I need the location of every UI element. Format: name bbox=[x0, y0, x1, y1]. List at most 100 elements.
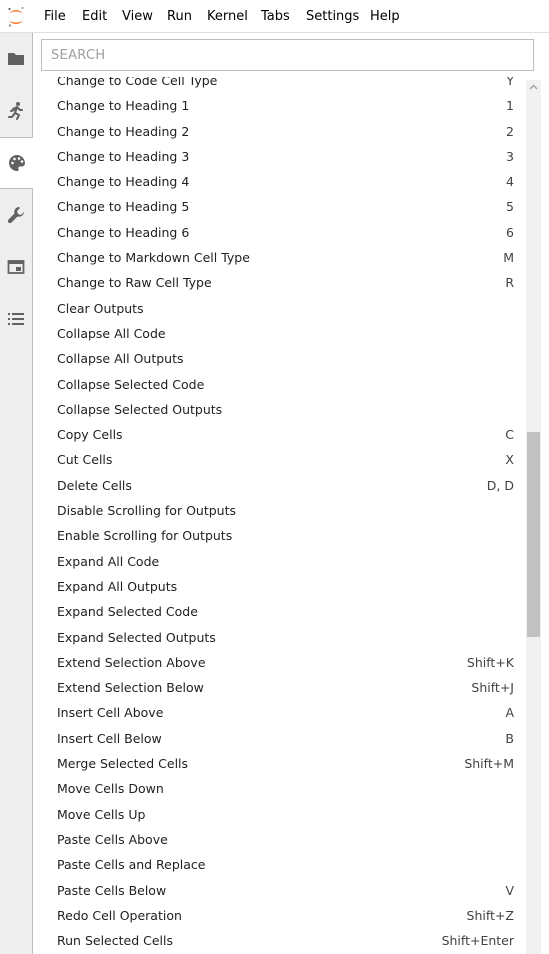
command-label: Paste Cells and Replace bbox=[57, 857, 206, 873]
command-item[interactable]: Merge Selected Cells Shift+M bbox=[33, 751, 526, 776]
command-item[interactable]: Change to Markdown Cell Type M bbox=[33, 245, 526, 270]
menu-kernel[interactable]: Kernel bbox=[207, 9, 248, 25]
tabs-icon bbox=[7, 260, 25, 274]
command-item[interactable]: Disable Scrolling for Outputs bbox=[33, 498, 526, 523]
command-label: Enable Scrolling for Outputs bbox=[57, 528, 233, 544]
command-item[interactable]: Enable Scrolling for Outputs bbox=[33, 523, 526, 548]
command-item[interactable]: Expand Selected Code bbox=[33, 599, 526, 624]
menu-settings[interactable]: Settings bbox=[306, 9, 359, 25]
command-item[interactable]: Collapse All Code bbox=[33, 321, 526, 346]
menu-tabs[interactable]: Tabs bbox=[261, 9, 290, 25]
command-label: Change to Heading 6 bbox=[57, 224, 190, 240]
command-label: Paste Cells Above bbox=[57, 831, 168, 847]
command-shortcut: 4 bbox=[506, 174, 514, 190]
command-label: Insert Cell Above bbox=[57, 705, 164, 721]
command-shortcut: 2 bbox=[506, 123, 514, 139]
running-icon bbox=[8, 102, 23, 120]
menu-file[interactable]: File bbox=[44, 9, 66, 25]
command-shortcut: Shift+J bbox=[471, 680, 514, 696]
command-item[interactable]: Change to Code Cell Type Y bbox=[33, 77, 526, 93]
command-label: Change to Heading 4 bbox=[57, 174, 190, 190]
command-label: Move Cells Up bbox=[57, 806, 146, 822]
scroll-up-arrow-icon[interactable] bbox=[526, 80, 541, 95]
command-shortcut: C bbox=[505, 427, 514, 443]
command-item[interactable]: Change to Heading 5 5 bbox=[33, 194, 526, 219]
command-label: Delete Cells bbox=[57, 477, 132, 493]
command-item[interactable]: Change to Heading 1 1 bbox=[33, 93, 526, 118]
command-item[interactable]: Extend Selection Below Shift+J bbox=[33, 675, 526, 700]
command-item[interactable]: Change to Heading 3 3 bbox=[33, 144, 526, 169]
command-palette: Change to Code Cell Type Y Change to Headi… bbox=[33, 33, 549, 954]
command-label: Change to Code Cell Type bbox=[57, 77, 218, 88]
command-label: Collapse All Outputs bbox=[57, 351, 184, 367]
command-label: Change to Heading 2 bbox=[57, 123, 190, 139]
command-item[interactable]: Paste Cells Below V bbox=[33, 878, 526, 903]
command-label: Collapse Selected Code bbox=[57, 376, 205, 392]
command-item[interactable]: Expand All Outputs bbox=[33, 574, 526, 599]
command-label: Change to Markdown Cell Type bbox=[57, 250, 250, 266]
command-shortcut: X bbox=[505, 452, 514, 468]
command-label: Expand All Code bbox=[57, 553, 160, 569]
sidebar-tab-running[interactable] bbox=[0, 85, 32, 137]
folder-icon bbox=[8, 53, 24, 65]
jupyter-logo-icon[interactable] bbox=[6, 6, 26, 28]
menu-help[interactable]: Help bbox=[370, 9, 400, 25]
command-list-scrollbar[interactable] bbox=[526, 80, 541, 954]
sidebar-tab-open-tabs[interactable] bbox=[0, 241, 32, 293]
command-item[interactable]: Extend Selection Above Shift+K bbox=[33, 650, 526, 675]
command-label: Change to Raw Cell Type bbox=[57, 275, 212, 291]
command-label: Cut Cells bbox=[57, 452, 113, 468]
menu-edit[interactable]: Edit bbox=[82, 9, 107, 25]
sidebar-tab-commands[interactable] bbox=[0, 137, 33, 189]
command-item[interactable]: Collapse Selected Outputs bbox=[33, 397, 526, 422]
command-label: Insert Cell Below bbox=[57, 730, 162, 746]
sidebar-tab-toc[interactable] bbox=[0, 293, 32, 345]
command-shortcut: D, D bbox=[486, 477, 514, 493]
command-shortcut: 1 bbox=[506, 98, 514, 114]
command-item[interactable]: Insert Cell Below B bbox=[33, 726, 526, 751]
menu-run[interactable]: Run bbox=[167, 9, 192, 25]
command-item[interactable]: Delete Cells D, D bbox=[33, 473, 526, 498]
command-item[interactable]: Change to Raw Cell Type R bbox=[33, 270, 526, 295]
command-label: Expand All Outputs bbox=[57, 578, 178, 594]
command-item[interactable]: Copy Cells C bbox=[33, 422, 526, 447]
command-label: Clear Outputs bbox=[57, 300, 144, 316]
sidebar-tab-file-browser[interactable] bbox=[0, 33, 32, 85]
wrench-icon bbox=[7, 207, 24, 224]
command-shortcut: B bbox=[505, 730, 514, 746]
command-item[interactable]: Expand All Code bbox=[33, 549, 526, 574]
palette-icon bbox=[8, 155, 25, 171]
command-shortcut: Shift+M bbox=[464, 756, 514, 772]
command-item[interactable]: Move Cells Up bbox=[33, 802, 526, 827]
command-item[interactable]: Change to Heading 2 2 bbox=[33, 119, 526, 144]
command-label: Redo Cell Operation bbox=[57, 907, 182, 923]
command-item[interactable]: Collapse All Outputs bbox=[33, 346, 526, 371]
command-item[interactable]: Paste Cells Above bbox=[33, 827, 526, 852]
command-shortcut: V bbox=[505, 882, 514, 898]
menu-view[interactable]: View bbox=[122, 9, 153, 25]
command-label: Disable Scrolling for Outputs bbox=[57, 503, 237, 519]
sidebar-tab-property-inspector[interactable] bbox=[0, 189, 32, 241]
command-label: Change to Heading 5 bbox=[57, 199, 190, 215]
command-label: Paste Cells Below bbox=[57, 882, 167, 898]
command-item[interactable]: Cut Cells X bbox=[33, 447, 526, 472]
command-shortcut: A bbox=[505, 705, 514, 721]
command-label: Extend Selection Above bbox=[57, 654, 206, 670]
command-item[interactable]: Move Cells Down bbox=[33, 776, 526, 801]
command-shortcut: 6 bbox=[506, 224, 514, 240]
command-shortcut: R bbox=[505, 275, 514, 291]
command-item[interactable]: Change to Heading 4 4 bbox=[33, 169, 526, 194]
command-item[interactable]: Expand Selected Outputs bbox=[33, 625, 526, 650]
scrollbar-thumb[interactable] bbox=[527, 432, 540, 637]
command-item[interactable]: Run Selected Cells Shift+Enter bbox=[33, 928, 526, 953]
left-sidebar bbox=[0, 33, 33, 954]
command-item[interactable]: Clear Outputs bbox=[33, 296, 526, 321]
command-item[interactable]: Insert Cell Above A bbox=[33, 700, 526, 725]
command-item[interactable]: Collapse Selected Code bbox=[33, 372, 526, 397]
command-label: Copy Cells bbox=[57, 427, 123, 443]
command-item[interactable]: Redo Cell Operation Shift+Z bbox=[33, 903, 526, 928]
command-search-input[interactable] bbox=[41, 39, 534, 71]
command-label: Change to Heading 1 bbox=[57, 98, 190, 114]
command-item[interactable]: Change to Heading 6 6 bbox=[33, 220, 526, 245]
command-item[interactable]: Paste Cells and Replace bbox=[33, 852, 526, 877]
